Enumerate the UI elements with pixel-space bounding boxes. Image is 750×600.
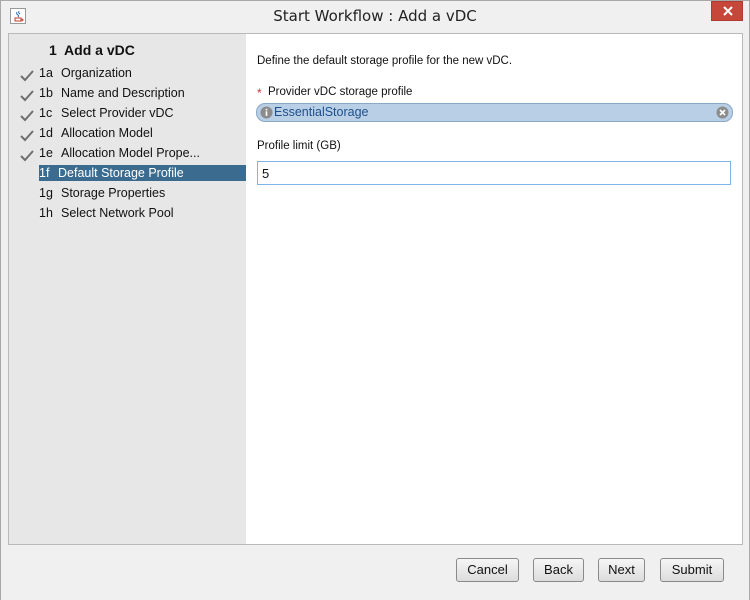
check-icon [20, 109, 34, 122]
cancel-button[interactable]: Cancel [456, 558, 519, 582]
check-icon [20, 129, 34, 142]
profile-limit-input[interactable] [257, 161, 731, 185]
step-label: Storage Properties [61, 186, 166, 200]
step-number: 1b [39, 86, 53, 100]
step-label: Name and Description [61, 86, 185, 100]
storage-profile-chip[interactable]: EssentialStorage [256, 103, 733, 122]
step-select-provider-vdc[interactable]: 1c Select Provider vDC [39, 105, 246, 121]
required-marker: * [257, 86, 262, 100]
step-description: Define the default storage profile for t… [257, 55, 513, 67]
step-label: Organization [61, 66, 132, 80]
step-label: Select Network Pool [61, 206, 174, 220]
step-form: Define the default storage profile for t… [246, 34, 742, 544]
step-name-and-description[interactable]: 1b Name and Description [39, 85, 246, 101]
close-icon [723, 6, 733, 16]
steps-header: 1 Add a vDC [49, 42, 135, 58]
info-icon[interactable] [260, 106, 273, 124]
step-organization[interactable]: 1a Organization [39, 65, 246, 81]
step-label: Allocation Model Prope... [61, 146, 200, 160]
step-allocation-model-properties[interactable]: 1e Allocation Model Prope... [39, 145, 246, 161]
step-number: 1h [39, 206, 53, 220]
close-button[interactable] [711, 1, 743, 21]
button-bar: Cancel Back Next Submit [1, 546, 749, 600]
step-label: Select Provider vDC [61, 106, 174, 120]
next-button[interactable]: Next [598, 558, 645, 582]
step-label: Default Storage Profile [58, 166, 184, 180]
steps-sidebar: 1 Add a vDC 1a Organization 1b Name and De… [9, 34, 246, 544]
step-select-network-pool[interactable]: 1h Select Network Pool [39, 205, 246, 221]
step-number: 1g [39, 186, 53, 200]
window-title: Start Workflow : Add a vDC [273, 7, 477, 25]
step-allocation-model[interactable]: 1d Allocation Model [39, 125, 246, 141]
storage-profile-value: EssentialStorage [274, 105, 369, 119]
workflow-window: Start Workflow : Add a vDC 1 Add a vDC 1… [0, 0, 750, 600]
wizard-content: 1 Add a vDC 1a Organization 1b Name and De… [8, 33, 743, 545]
step-number: 1e [39, 146, 53, 160]
step-number: 1d [39, 126, 53, 140]
check-icon [20, 69, 34, 82]
title-bar: Start Workflow : Add a vDC [1, 1, 749, 32]
remove-icon[interactable] [716, 106, 729, 124]
step-number: 1f [39, 166, 50, 180]
step-number: 1a [39, 66, 53, 80]
check-icon [20, 149, 34, 162]
step-storage-properties[interactable]: 1g Storage Properties [39, 185, 246, 201]
step-number: 1c [39, 106, 53, 120]
step-default-storage-profile[interactable]: 1f Default Storage Profile [39, 165, 246, 181]
storage-profile-label: Provider vDC storage profile [268, 86, 413, 98]
back-button[interactable]: Back [533, 558, 584, 582]
check-icon [20, 89, 34, 102]
submit-button[interactable]: Submit [660, 558, 724, 582]
profile-limit-label: Profile limit (GB) [257, 140, 341, 152]
step-label: Allocation Model [61, 126, 153, 140]
